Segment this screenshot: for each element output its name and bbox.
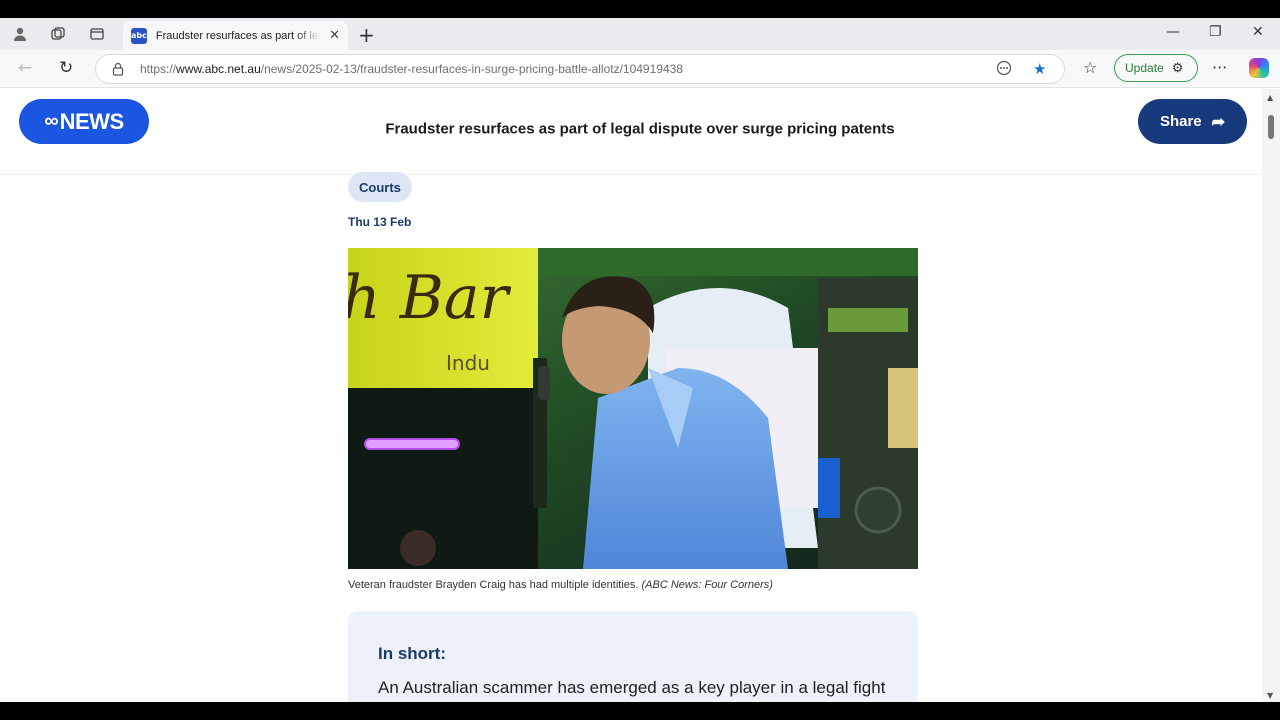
abc-favicon-icon: abc [131, 27, 147, 44]
address-bar[interactable]: https://www.abc.net.au/news/2025-02-13/f… [95, 54, 1065, 84]
svg-text:h Bar: h Bar [348, 263, 512, 333]
tab-close-icon[interactable]: ✕ [329, 28, 340, 43]
lock-icon[interactable] [112, 62, 124, 76]
tab-active[interactable]: abc Fraudster resurfaces as part of lega… [123, 21, 348, 50]
header-title: Fraudster resurfaces as part of legal di… [385, 120, 895, 138]
category-chip[interactable]: Courts [348, 172, 412, 202]
article-photo: h Bar Indu [348, 248, 918, 569]
bottom-bar [0, 702, 1280, 720]
tab-actions-icon[interactable] [85, 23, 109, 45]
new-tab-icon[interactable]: + [358, 23, 375, 47]
caption-text: Veteran fraudster Brayden Craig has had … [348, 579, 639, 591]
share-button[interactable]: Share ➦ [1138, 99, 1247, 144]
scroll-up-icon[interactable]: ▲ [1267, 93, 1273, 102]
logo-text: NEWS [59, 108, 125, 134]
in-short-title: In short: [378, 644, 446, 663]
svg-text:Indu: Indu [446, 351, 490, 375]
share-icon: ➦ [1211, 113, 1226, 131]
abc-news-logo[interactable]: ∞ NEWS [19, 99, 149, 144]
in-short-body: An Australian scammer has emerged as a k… [378, 678, 886, 697]
photo-caption: Veteran fraudster Brayden Craig has had … [348, 579, 773, 591]
favorite-star-icon[interactable]: ★ [1033, 60, 1046, 78]
update-button[interactable]: Update ⚙ [1114, 54, 1198, 82]
reader-icon[interactable] [996, 60, 1012, 80]
more-icon[interactable]: ··· [1212, 58, 1227, 77]
workspaces-icon[interactable] [46, 23, 70, 45]
update-label: Update [1125, 61, 1164, 75]
caption-credit: (ABC News: Four Corners) [641, 579, 773, 591]
in-short-box: In short: An Australian scammer has emer… [348, 611, 918, 702]
page-content: ∞ NEWS Fraudster resurfaces as part of l… [0, 89, 1262, 702]
scroll-thumb[interactable] [1268, 115, 1274, 139]
article-date: Thu 13 Feb [348, 215, 412, 229]
share-label: Share [1159, 113, 1202, 130]
profile-icon[interactable] [8, 23, 32, 45]
address-toolbar: ← ↻ https://www.abc.net.au/news/2025-02-… [0, 50, 1280, 88]
restore-icon[interactable]: ❐ [1209, 24, 1222, 40]
screen: abc Fraudster resurfaces as part of lega… [0, 0, 1280, 720]
abc-logo-mark: ∞ [44, 110, 58, 132]
scroll-down-icon[interactable]: ▼ [1267, 691, 1273, 700]
favorites-icon[interactable]: ☆ [1083, 58, 1097, 77]
page-scrollbar[interactable]: ▲ ▼ [1262, 89, 1280, 702]
window-close-icon[interactable]: ✕ [1252, 24, 1264, 40]
site-header: ∞ NEWS Fraudster resurfaces as part of l… [0, 89, 1262, 175]
minimize-icon[interactable]: — [1166, 24, 1180, 40]
copilot-icon[interactable] [1249, 58, 1269, 78]
back-icon[interactable]: ← [18, 58, 32, 78]
tab-strip: abc Fraudster resurfaces as part of lega… [0, 18, 1280, 50]
tab-title: Fraudster resurfaces as part of legal di… [155, 29, 322, 42]
update-status-icon: ⚙ [1171, 60, 1184, 75]
url-text[interactable]: https://www.abc.net.au/news/2025-02-13/f… [140, 62, 683, 76]
refresh-icon[interactable]: ↻ [59, 58, 73, 78]
browser-window: abc Fraudster resurfaces as part of lega… [0, 18, 1280, 702]
